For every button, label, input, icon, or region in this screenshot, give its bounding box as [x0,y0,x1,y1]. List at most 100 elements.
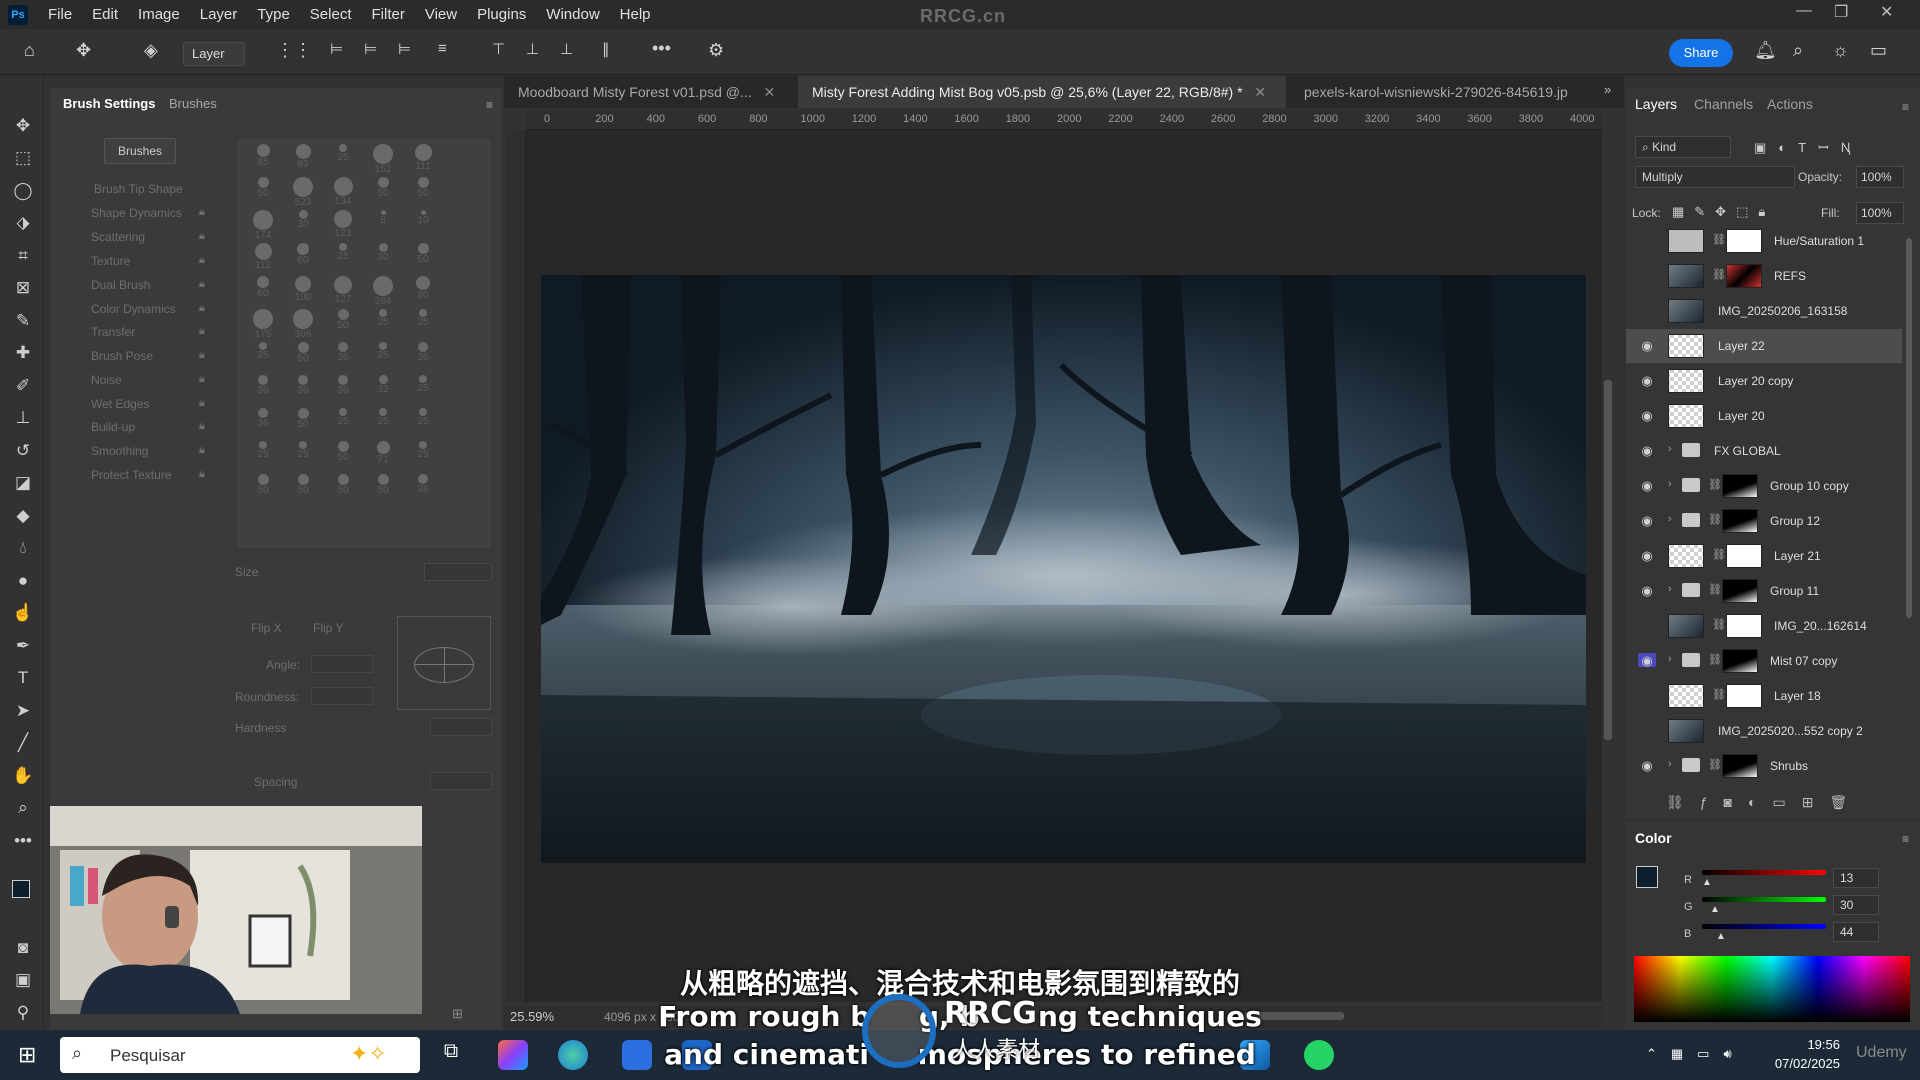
history-brush-icon[interactable]: ↺ [12,440,34,462]
clone-stamp-icon[interactable]: ⊥ [12,407,34,429]
distribute-icon[interactable]: ≡ [438,40,447,57]
zoom-tool-icon[interactable]: ⌕ [12,797,34,819]
brush-preset[interactable]: 50 [403,241,443,271]
brush-preset[interactable]: 36 [403,340,443,370]
brush-preset[interactable]: 50 [243,472,283,502]
lock-icon[interactable]: 🔒︎ [199,373,205,386]
menu-item-window[interactable]: Window [536,6,609,23]
blend-mode-dropdown[interactable]: Multiply [1635,166,1795,188]
close-icon[interactable]: ✕ [1880,2,1893,22]
menu-item-image[interactable]: Image [128,6,190,23]
brush-preset[interactable]: 36 [323,340,363,370]
quick-mask-icon[interactable]: ◙ [12,937,34,959]
align-center-icon[interactable]: ⊨ [364,40,377,58]
brush-preset[interactable]: 50 [323,307,363,337]
dodge-tool-icon[interactable]: ● [12,570,34,592]
brush-preset[interactable]: 65 [243,142,283,172]
lock-icon[interactable]: 🔒︎ [199,230,205,243]
brush-preset[interactable]: 50 [283,340,323,370]
marquee-tool-icon[interactable]: ⬚ [12,147,34,169]
brush-preset[interactable]: 25 [243,439,283,469]
close-tab-icon[interactable]: ✕ [764,84,776,100]
chevron-right-icon[interactable]: › [1668,478,1672,490]
home-icon[interactable]: ⌂ [24,40,35,61]
chevron-right-icon[interactable]: › [1668,758,1672,770]
brush-preset[interactable]: 50 [403,175,443,205]
flip-y-label[interactable]: Flip Y [313,621,343,635]
lock-icon[interactable]: 🔒︎ [199,302,205,315]
eraser-tool-icon[interactable]: ◪ [12,472,34,494]
brush-preset[interactable]: 80 [403,274,443,304]
restore-icon[interactable]: ❐ [1834,2,1848,22]
size-field[interactable] [424,563,492,581]
visibility-eye-icon[interactable]: ◉ [1638,758,1656,773]
brush-setting-item[interactable]: Brush Pose [91,349,153,363]
visibility-eye-icon[interactable]: ◉ [1638,373,1656,388]
layer-row[interactable]: ◉ › ⛓ Mist 07 copy [1626,644,1902,678]
brush-preset[interactable]: 25 [283,439,323,469]
visibility-eye-icon[interactable]: ◉ [1638,513,1656,528]
brush-preset[interactable]: 25 [363,406,403,436]
layer-row[interactable]: ◉ ⛓ Layer 21 [1626,539,1902,573]
layer-actions-toolbar[interactable]: ⛓ƒ◙◐▭⊞🗑︎ [1666,794,1863,811]
layer-row[interactable]: ⛓ Layer 18 [1626,679,1902,713]
lock-icon[interactable]: 🔒︎ [199,206,205,219]
brush-setting-item[interactable]: Color Dynamics [91,302,176,316]
tab-actions[interactable]: Actions [1767,96,1813,112]
lock-icon[interactable]: 🔒︎ [199,349,205,362]
angle-field[interactable] [311,655,373,673]
align-left-icon[interactable]: ⊨ [330,40,343,58]
brush-setting-item[interactable]: Noise [91,373,122,387]
brush-preset[interactable]: 36 [403,472,443,502]
layer-row[interactable]: ◉ › ⛓ Group 11 [1626,574,1902,608]
chevron-right-icon[interactable]: › [1668,443,1672,455]
brush-preset[interactable]: 36 [243,406,283,436]
align-bottom-icon[interactable]: ⊥ [560,40,573,58]
visibility-eye-icon[interactable]: ◉ [1638,443,1656,458]
brush-preset[interactable]: 25 [403,406,443,436]
type-tool-icon[interactable]: T [12,667,34,689]
hardness-field[interactable] [430,718,492,736]
brush-setting-item[interactable]: Build-up [91,420,135,434]
distribute-vertical-icon[interactable]: ∥ [602,40,610,58]
brush-preset[interactable]: 50 [363,175,403,205]
brush-setting-item[interactable]: Dual Brush [91,278,150,292]
smudge-tool-icon[interactable]: ☝ [12,602,34,624]
brush-preset[interactable]: 32 [363,373,403,403]
hand-tool-icon[interactable]: ✋ [12,765,34,787]
layer-row[interactable]: IMG_20250206_163158 [1626,294,1902,328]
brush-preset[interactable]: 60 [243,274,283,304]
brush-setting-item[interactable]: Protect Texture [91,468,171,482]
eyedropper-tool-icon[interactable]: ✎ [12,310,34,332]
panel-menu-icon[interactable]: ≡ [486,98,493,112]
align-middle-icon[interactable]: ⊥ [526,40,539,58]
brush-preset[interactable]: 36 [243,373,283,403]
pen-tool-icon[interactable]: ✒ [12,635,34,657]
brush-preset[interactable]: 112 [243,241,283,271]
align-right-icon[interactable]: ⊨ [398,40,411,58]
path-select-icon[interactable]: ➤ [12,700,34,722]
discover-lightbulb-icon[interactable]: ☼ [1832,40,1849,61]
move-tool-icon[interactable]: ✥ [76,40,91,61]
chevron-right-icon[interactable]: › [1668,653,1672,665]
visibility-eye-icon[interactable] [1638,688,1656,702]
panel-menu-icon[interactable]: ≡ [1902,100,1909,114]
brush-preset[interactable]: 60 [283,241,323,271]
doc-tab-misty-forest[interactable]: Misty Forest Adding Mist Bog v05.psb @ 2… [798,76,1286,108]
blur-tool-icon[interactable]: 💧︎ [12,537,34,559]
layer-row[interactable]: ◉ › FX GLOBAL [1626,434,1902,468]
lock-icon[interactable]: 🔒︎ [199,325,205,338]
menu-item-view[interactable]: View [415,6,467,23]
visibility-eye-icon[interactable]: ◉ [1638,338,1656,353]
brush-preset[interactable]: 111 [403,142,443,172]
doc-tab-pexels[interactable]: pexels-karol-wisniewski-279026-845619.jp [1290,76,1604,108]
menu-item-file[interactable]: File [38,6,82,23]
menu-item-type[interactable]: Type [247,6,300,23]
brush-setting-item[interactable]: Brush Tip Shape [94,182,183,196]
visibility-eye-icon[interactable]: ◉ [1638,478,1656,493]
menu-item-plugins[interactable]: Plugins [467,6,536,23]
layer-row[interactable]: ◉ › ⛓ Group 10 copy [1626,469,1902,503]
transform-controls-icon[interactable]: ⋮⋮ [276,40,312,61]
layer-row[interactable]: ⛓ REFS [1626,259,1902,293]
foreground-color-swatch[interactable] [12,880,30,898]
